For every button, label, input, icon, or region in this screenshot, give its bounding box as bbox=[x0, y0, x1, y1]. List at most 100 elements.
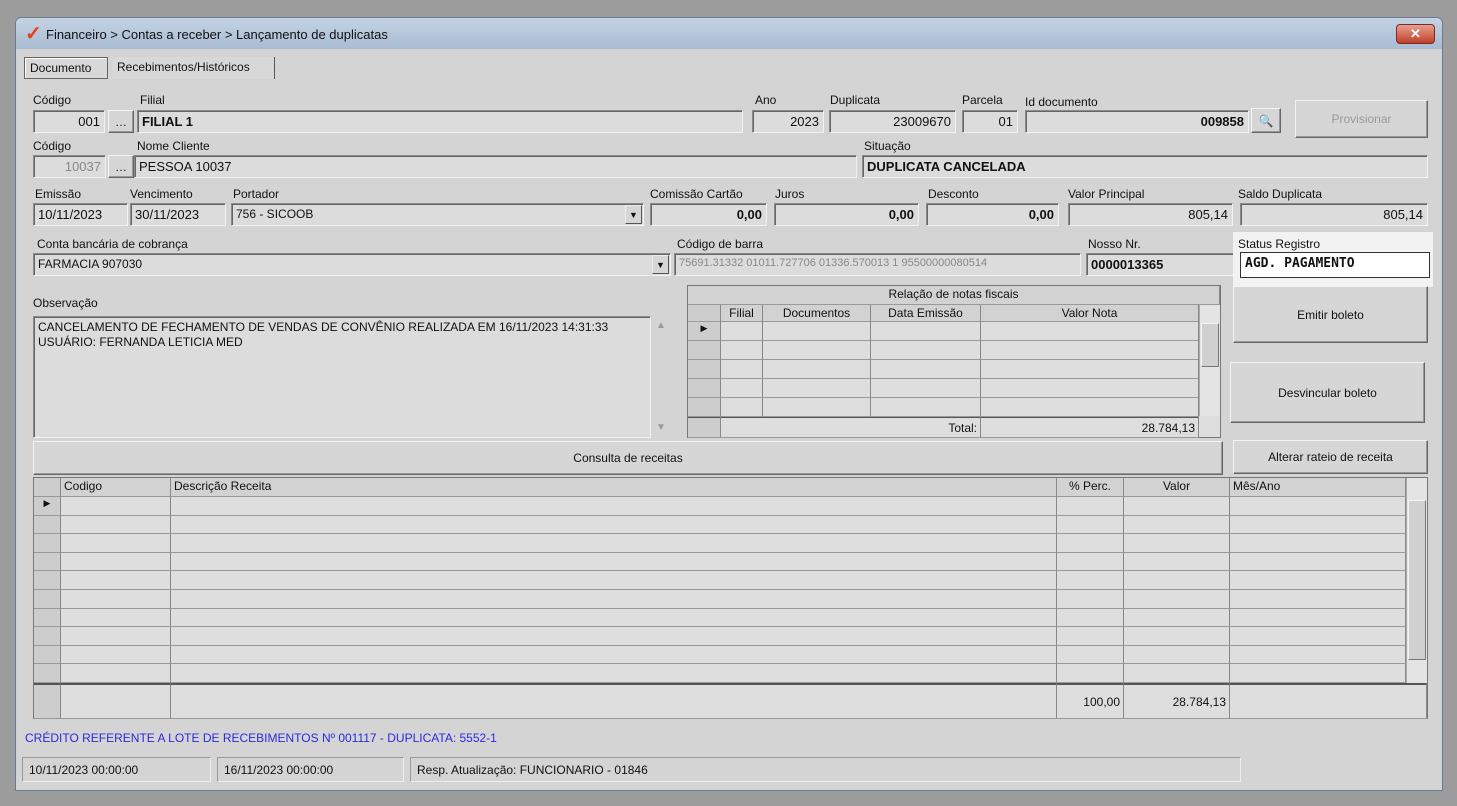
valor-principal-field[interactable]: 805,14 bbox=[1068, 203, 1233, 226]
receitas-scrollbar[interactable] bbox=[1406, 478, 1427, 683]
conta-bancaria-select[interactable]: FARMACIA 907030 ▼ bbox=[33, 253, 671, 276]
portador-select[interactable]: 756 - SICOOB ▼ bbox=[231, 203, 644, 226]
table-cell[interactable] bbox=[1230, 552, 1406, 572]
table-cell[interactable] bbox=[61, 664, 171, 683]
col-filial[interactable]: Filial bbox=[721, 305, 763, 322]
parcela-field[interactable]: 01 bbox=[962, 110, 1018, 133]
table-cell[interactable] bbox=[1057, 664, 1124, 683]
situacao-field[interactable]: DUPLICATA CANCELADA bbox=[862, 155, 1428, 178]
table-cell[interactable] bbox=[1124, 515, 1230, 535]
status-registro-field[interactable]: AGD. PAGAMENTO bbox=[1240, 252, 1430, 278]
tab-recebimentos[interactable]: Recebimentos/Históricos bbox=[112, 57, 275, 79]
col-perc[interactable]: % Perc. bbox=[1057, 478, 1124, 497]
table-cell[interactable] bbox=[981, 360, 1199, 379]
scroll-up-icon[interactable]: ▲ bbox=[656, 320, 666, 331]
table-cell[interactable] bbox=[1230, 571, 1406, 590]
table-cell[interactable] bbox=[981, 398, 1199, 417]
table-cell[interactable] bbox=[1230, 645, 1406, 665]
col-valor-nota[interactable]: Valor Nota bbox=[981, 305, 1199, 322]
scroll-down-icon[interactable]: ▼ bbox=[656, 422, 666, 433]
table-cell[interactable] bbox=[1230, 627, 1406, 646]
table-cell[interactable] bbox=[1057, 590, 1124, 609]
emitir-boleto-button[interactable]: Emitir boleto bbox=[1233, 286, 1428, 343]
table-cell[interactable] bbox=[1124, 645, 1230, 665]
table-cell[interactable] bbox=[1230, 608, 1406, 628]
table-cell[interactable] bbox=[171, 645, 1057, 665]
table-cell[interactable] bbox=[1124, 571, 1230, 590]
table-cell[interactable] bbox=[1230, 534, 1406, 553]
scroll-thumb[interactable] bbox=[1408, 500, 1426, 660]
row-indicator[interactable] bbox=[688, 341, 721, 360]
current-row-icon[interactable]: ▶ bbox=[688, 322, 721, 341]
table-cell[interactable] bbox=[1057, 534, 1124, 553]
row-indicator[interactable] bbox=[34, 664, 61, 683]
col-mes-ano[interactable]: Mês/Ano bbox=[1230, 478, 1406, 497]
table-cell[interactable] bbox=[171, 515, 1057, 535]
table-cell[interactable] bbox=[763, 322, 871, 341]
table-cell[interactable] bbox=[1124, 627, 1230, 646]
close-button[interactable]: ✕ bbox=[1396, 24, 1435, 44]
table-cell[interactable] bbox=[721, 322, 763, 341]
table-cell[interactable] bbox=[1057, 608, 1124, 628]
codigo-filial-field[interactable]: 001 bbox=[33, 110, 105, 133]
row-indicator[interactable] bbox=[34, 645, 61, 665]
table-cell[interactable] bbox=[1057, 645, 1124, 665]
provisionar-button[interactable]: Provisionar bbox=[1295, 100, 1428, 138]
table-cell[interactable] bbox=[763, 341, 871, 360]
col-descricao[interactable]: Descrição Receita bbox=[171, 478, 1057, 497]
table-cell[interactable] bbox=[871, 398, 981, 417]
desvincular-boleto-button[interactable]: Desvincular boleto bbox=[1230, 362, 1425, 423]
table-cell[interactable] bbox=[721, 341, 763, 360]
juros-field[interactable]: 0,00 bbox=[774, 203, 919, 226]
table-cell[interactable] bbox=[1124, 552, 1230, 572]
row-indicator[interactable] bbox=[34, 571, 61, 590]
desconto-field[interactable]: 0,00 bbox=[926, 203, 1059, 226]
table-cell[interactable] bbox=[171, 627, 1057, 646]
table-cell[interactable] bbox=[763, 398, 871, 417]
filial-lookup-button[interactable]: … bbox=[108, 110, 134, 133]
codigo-barra-field[interactable]: 75691.31332 01011.727706 01336.570013 1 … bbox=[674, 253, 1081, 276]
row-indicator[interactable] bbox=[34, 627, 61, 646]
table-cell[interactable] bbox=[171, 534, 1057, 553]
table-cell[interactable] bbox=[1057, 497, 1124, 516]
table-cell[interactable] bbox=[1124, 590, 1230, 609]
table-cell[interactable] bbox=[871, 379, 981, 398]
comissao-field[interactable]: 0,00 bbox=[650, 203, 767, 226]
table-cell[interactable] bbox=[1057, 515, 1124, 535]
table-cell[interactable] bbox=[1230, 590, 1406, 609]
table-cell[interactable] bbox=[61, 515, 171, 535]
row-indicator[interactable] bbox=[34, 515, 61, 535]
filial-field[interactable]: FILIAL 1 bbox=[137, 110, 743, 133]
chevron-down-icon[interactable]: ▼ bbox=[652, 255, 669, 274]
row-indicator[interactable] bbox=[688, 398, 721, 417]
table-cell[interactable] bbox=[981, 379, 1199, 398]
chevron-down-icon[interactable]: ▼ bbox=[625, 205, 642, 224]
table-cell[interactable] bbox=[61, 590, 171, 609]
table-cell[interactable] bbox=[721, 398, 763, 417]
table-cell[interactable] bbox=[1230, 515, 1406, 535]
table-cell[interactable] bbox=[763, 379, 871, 398]
table-cell[interactable] bbox=[61, 552, 171, 572]
table-cell[interactable] bbox=[871, 322, 981, 341]
table-cell[interactable] bbox=[171, 608, 1057, 628]
table-cell[interactable] bbox=[1057, 571, 1124, 590]
table-cell[interactable] bbox=[763, 360, 871, 379]
table-cell[interactable] bbox=[171, 552, 1057, 572]
notas-fiscais-grid[interactable]: Relação de notas fiscais Filial Document… bbox=[687, 285, 1221, 438]
col-documentos[interactable]: Documentos bbox=[763, 305, 871, 322]
ano-field[interactable]: 2023 bbox=[752, 110, 824, 133]
table-cell[interactable] bbox=[721, 360, 763, 379]
id-documento-field[interactable]: 009858 bbox=[1025, 110, 1249, 133]
table-cell[interactable] bbox=[1124, 534, 1230, 553]
notas-scrollbar[interactable] bbox=[1199, 305, 1220, 416]
table-cell[interactable] bbox=[171, 590, 1057, 609]
table-cell[interactable] bbox=[1057, 627, 1124, 646]
table-cell[interactable] bbox=[981, 341, 1199, 360]
tab-documento[interactable]: Documento bbox=[24, 57, 108, 79]
table-cell[interactable] bbox=[61, 571, 171, 590]
table-cell[interactable] bbox=[871, 341, 981, 360]
row-indicator[interactable] bbox=[34, 534, 61, 553]
consulta-receitas-button[interactable]: Consulta de receitas bbox=[33, 441, 1223, 475]
col-data-emissao[interactable]: Data Emissão bbox=[871, 305, 981, 322]
nome-cliente-field[interactable]: PESSOA 10037 bbox=[134, 155, 857, 178]
